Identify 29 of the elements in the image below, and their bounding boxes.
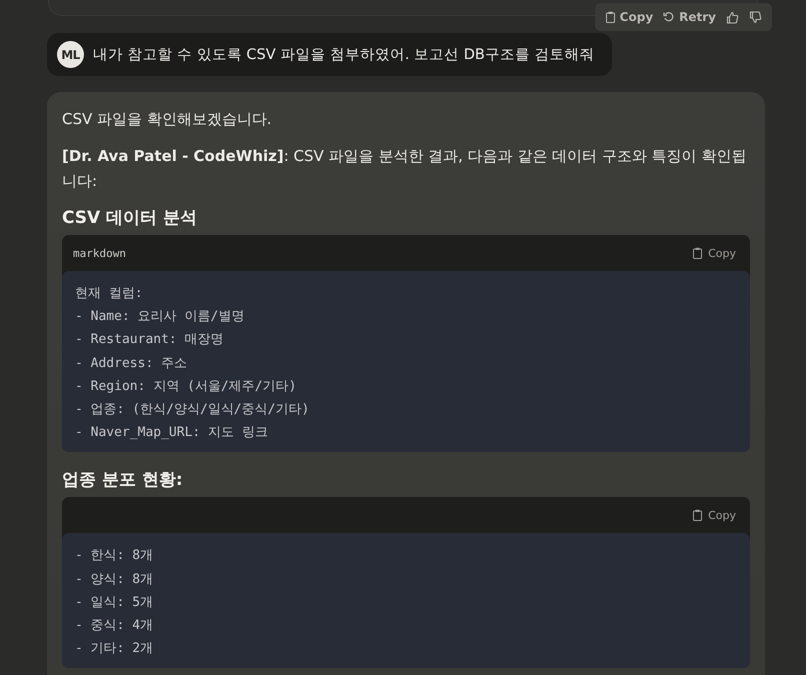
section-heading: 업종 분포 현황: xyxy=(62,469,184,492)
code-line: - 한식: 8개 xyxy=(75,547,154,566)
code-line: - Name: 요리사 이름/별명 xyxy=(75,308,246,326)
section-heading: CSV 데이터 분석 xyxy=(62,207,198,229)
code-line: - Address: 주소 xyxy=(75,354,188,373)
retry-icon xyxy=(663,11,676,23)
code-line: - 중식: 4개 xyxy=(75,617,154,636)
retry-button[interactable]: Retry xyxy=(659,8,720,26)
code-line: - Naver_Map_URL: 지도 링크 xyxy=(75,424,269,442)
message-paragraph: CSV 파일을 확인해보겠습니다. xyxy=(62,109,273,130)
code-line: - Region: 지역 (서울/제주/기타) xyxy=(75,378,298,396)
thumbs-up-icon xyxy=(726,10,739,24)
thumbs-down-icon xyxy=(749,10,762,24)
code-line: - 양식: 8개 xyxy=(75,570,154,589)
code-line: - 업종: (한식/양식/일식/중식/기타) xyxy=(75,401,310,420)
clipboard-icon xyxy=(692,247,704,259)
copy-code-button[interactable]: Copy xyxy=(692,508,736,522)
user-message-text: 내가 참고할 수 있도록 CSV 파일을 첨부하였어. 보고선 DB구조를 검토해줘 xyxy=(93,46,594,64)
code-language-label: markdown xyxy=(73,246,126,260)
copy-button[interactable]: Copy xyxy=(600,8,658,26)
user-avatar: ML xyxy=(57,41,84,68)
code-line: - 일식: 5개 xyxy=(75,594,154,612)
code-line: 현재 컬럼: xyxy=(75,285,144,303)
copy-code-button[interactable]: Copy xyxy=(692,246,736,260)
message-paragraph: [Dr. Ava Patel - CodeWhiz]: CSV 파일을 분석한 결과, 다음과 같은 데이터 구조와 특징이 확인됩니다: xyxy=(62,146,748,192)
code-line: - Restaurant: 매장명 xyxy=(75,331,225,350)
clipboard-icon xyxy=(692,509,704,522)
code-line: - 기타: 2개 xyxy=(75,640,154,658)
clipboard-icon xyxy=(604,11,616,23)
